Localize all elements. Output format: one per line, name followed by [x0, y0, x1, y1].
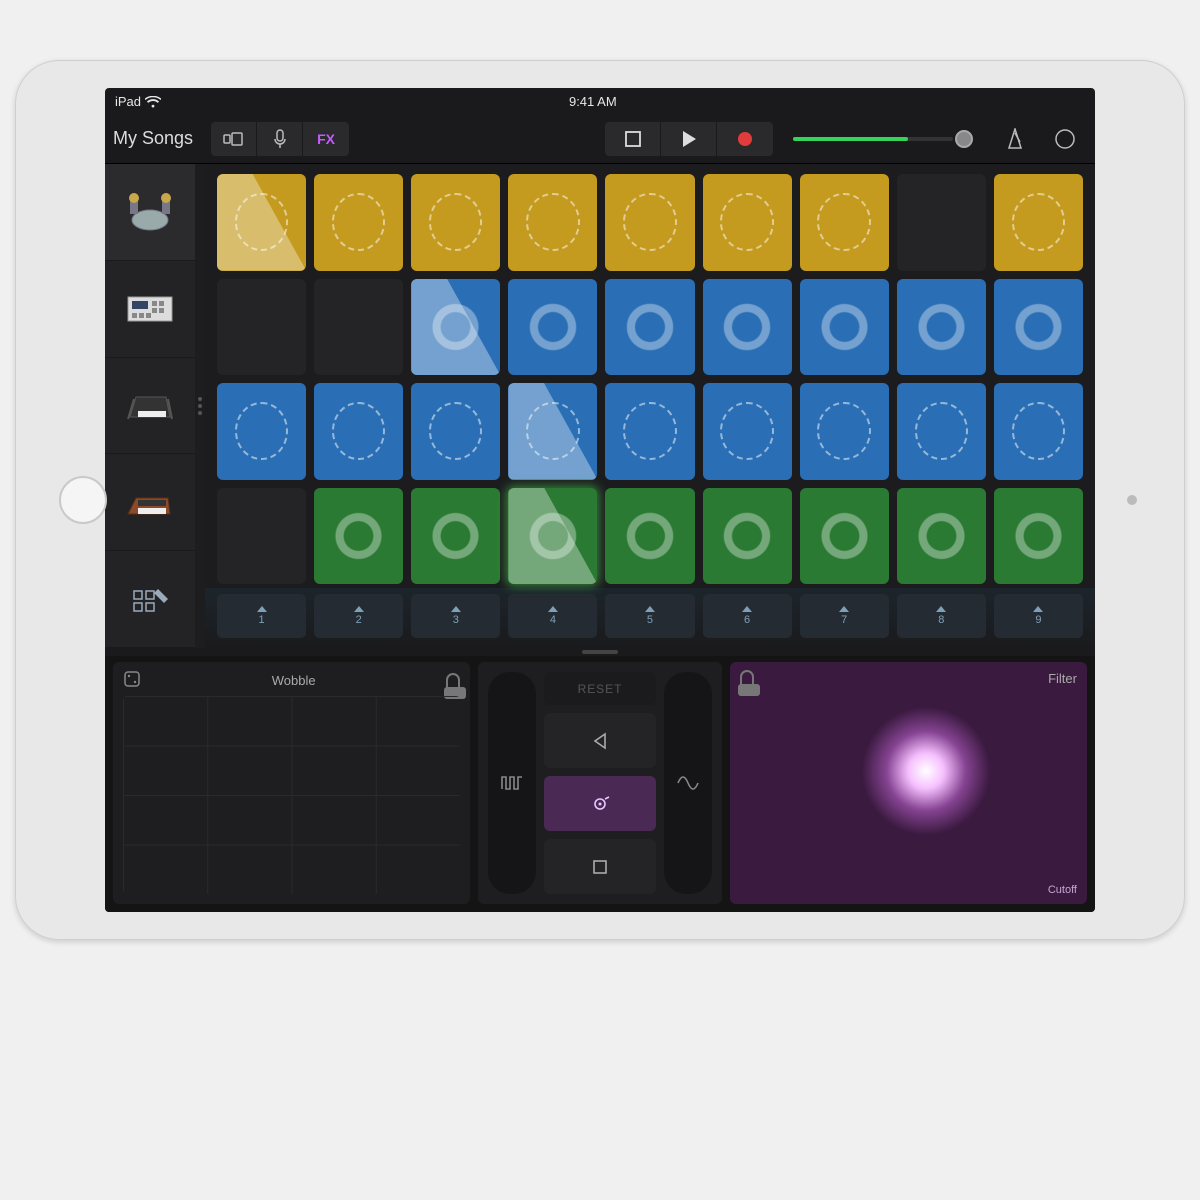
fx-right-axis-label: Cutoff — [1048, 884, 1077, 896]
scratch-button[interactable] — [544, 776, 655, 831]
loop-cell[interactable] — [217, 279, 306, 376]
randomize-icon[interactable] — [123, 670, 141, 691]
column-trigger[interactable]: 7 — [800, 594, 889, 638]
xy-pad-left[interactable] — [123, 696, 460, 894]
loop-cell[interactable] — [314, 488, 403, 585]
panel-drag-handle[interactable] — [582, 650, 618, 654]
fx-xy-right[interactable]: Filter Cutoff — [730, 662, 1087, 904]
stop-button[interactable] — [605, 122, 661, 156]
fx-xy-left[interactable]: Wobble — [113, 662, 470, 904]
loop-grid — [205, 164, 1095, 588]
loop-cell[interactable] — [703, 174, 792, 271]
fx-panel: Wobble RESET — [105, 656, 1095, 912]
app-screen: iPad 9:41 AM My Songs FX — [105, 88, 1095, 912]
loop-cell[interactable] — [994, 383, 1083, 480]
ipad-frame: iPad 9:41 AM My Songs FX — [15, 60, 1185, 940]
fx-left-label: Wobble — [272, 673, 316, 688]
back-button[interactable]: My Songs — [113, 128, 193, 149]
front-camera — [1127, 495, 1137, 505]
loop-cell[interactable] — [605, 488, 694, 585]
volume-knob[interactable] — [955, 130, 973, 148]
column-trigger[interactable]: 2 — [314, 594, 403, 638]
reverse-button[interactable] — [544, 713, 655, 768]
settings-icon[interactable] — [1043, 128, 1087, 150]
loop-cell[interactable] — [605, 174, 694, 271]
column-trigger[interactable]: 5 — [605, 594, 694, 638]
loop-cell[interactable] — [800, 279, 889, 376]
loop-cell[interactable] — [994, 488, 1083, 585]
fx-right-label: Filter — [1048, 671, 1077, 686]
lock-icon[interactable] — [740, 670, 754, 686]
gate-strip-right[interactable] — [664, 672, 712, 894]
wifi-icon — [145, 94, 161, 109]
instrument-keyboard[interactable] — [105, 358, 195, 455]
instrument-edit[interactable] — [105, 551, 195, 648]
loop-cell[interactable] — [314, 174, 403, 271]
loop-cell[interactable] — [703, 488, 792, 585]
play-button[interactable] — [661, 122, 717, 156]
loop-cell[interactable] — [800, 383, 889, 480]
loop-cell[interactable] — [217, 383, 306, 480]
toolbar: My Songs FX — [105, 114, 1095, 164]
loop-cell[interactable] — [217, 174, 306, 271]
transport-group — [605, 122, 773, 156]
sidebar-resize-handle[interactable] — [198, 397, 202, 415]
loop-cell[interactable] — [897, 488, 986, 585]
loop-cell[interactable] — [800, 174, 889, 271]
loop-cell[interactable] — [897, 279, 986, 376]
instrument-sampler[interactable] — [105, 261, 195, 358]
column-trigger[interactable]: 4 — [508, 594, 597, 638]
column-trigger[interactable]: 1 — [217, 594, 306, 638]
status-time: 9:41 AM — [569, 94, 617, 109]
instrument-drums[interactable] — [105, 164, 195, 261]
fx-center-controls: RESET — [478, 662, 721, 904]
browser-icon[interactable] — [211, 122, 257, 156]
loop-cell[interactable] — [605, 383, 694, 480]
loop-cell[interactable] — [897, 383, 986, 480]
volume-slider[interactable] — [793, 130, 973, 148]
instrument-synth[interactable] — [105, 454, 195, 551]
volume-fill — [793, 137, 908, 141]
loop-cell[interactable] — [411, 488, 500, 585]
loop-cell[interactable] — [994, 279, 1083, 376]
loop-cell[interactable] — [605, 279, 694, 376]
loop-cell[interactable] — [703, 383, 792, 480]
loop-cell[interactable] — [411, 383, 500, 480]
status-device: iPad — [115, 94, 161, 109]
loop-cell[interactable] — [314, 279, 403, 376]
view-mode-group: FX — [211, 122, 349, 156]
column-triggers: 123456789 — [205, 588, 1095, 648]
instrument-sidebar — [105, 164, 195, 648]
metronome-icon[interactable] — [993, 128, 1037, 150]
gate-strip-left[interactable] — [488, 672, 536, 894]
loop-cell[interactable] — [703, 279, 792, 376]
column-trigger[interactable]: 8 — [897, 594, 986, 638]
loop-cell[interactable] — [994, 174, 1083, 271]
live-loops-area: 123456789 — [205, 164, 1095, 648]
loop-cell[interactable] — [508, 174, 597, 271]
loop-cell[interactable] — [508, 383, 597, 480]
main-area: 123456789 — [105, 164, 1095, 648]
tape-stop-button[interactable] — [544, 839, 655, 894]
status-bar: iPad 9:41 AM — [105, 88, 1095, 114]
column-trigger[interactable]: 3 — [411, 594, 500, 638]
loop-cell[interactable] — [411, 174, 500, 271]
lock-icon[interactable] — [446, 673, 460, 689]
fx-button[interactable]: FX — [303, 122, 349, 156]
reset-button[interactable]: RESET — [544, 672, 655, 705]
filter-touch-point — [856, 701, 996, 841]
loop-cell[interactable] — [217, 488, 306, 585]
loop-cell[interactable] — [411, 279, 500, 376]
loop-cell[interactable] — [897, 174, 986, 271]
loop-cell[interactable] — [508, 488, 597, 585]
loop-cell[interactable] — [314, 383, 403, 480]
record-button[interactable] — [717, 122, 773, 156]
column-trigger[interactable]: 9 — [994, 594, 1083, 638]
loop-cell[interactable] — [800, 488, 889, 585]
microphone-icon[interactable] — [257, 122, 303, 156]
column-trigger[interactable]: 6 — [703, 594, 792, 638]
loop-cell[interactable] — [508, 279, 597, 376]
home-button[interactable] — [59, 476, 107, 524]
